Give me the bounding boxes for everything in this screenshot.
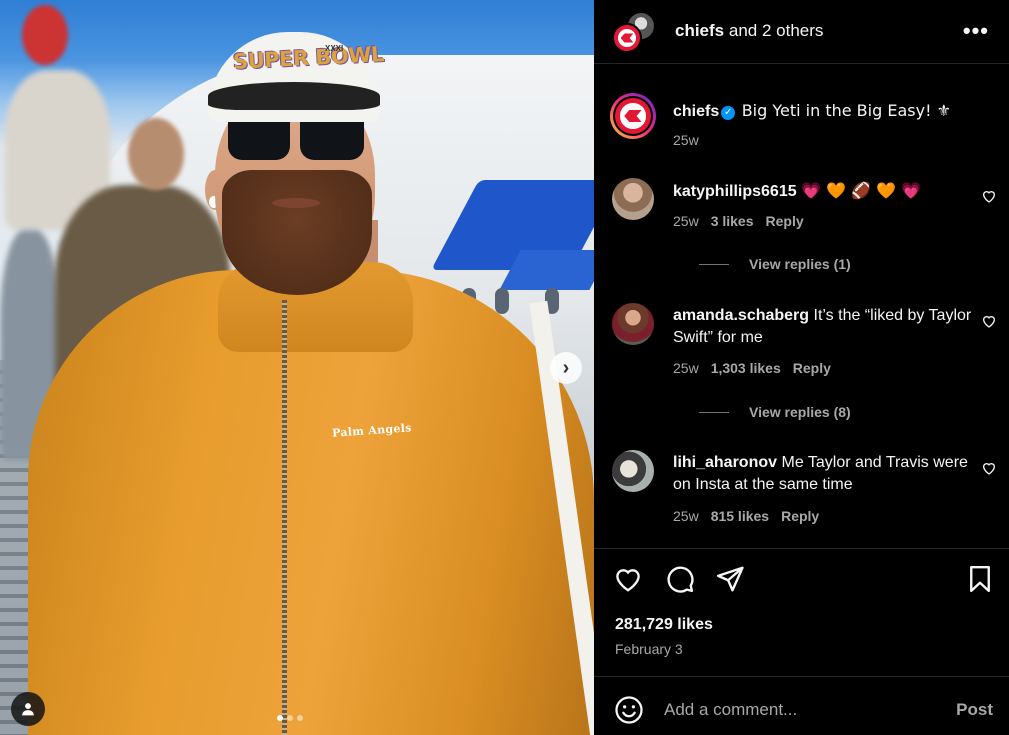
mouth <box>272 198 320 208</box>
post-like-count[interactable]: 281,729 likes <box>615 616 713 634</box>
verified-icon: ✓ <box>721 106 736 120</box>
next-photo-button[interactable]: › <box>550 352 582 384</box>
user-icon <box>22 703 34 716</box>
collab-avatars[interactable] <box>612 11 656 55</box>
collaborators-text[interactable]: and 2 others <box>729 21 824 40</box>
cap-roman-numerals: XXXI <box>325 44 344 53</box>
reply-button[interactable]: Reply <box>766 213 804 229</box>
beard <box>222 170 372 295</box>
comment-age[interactable]: 25w <box>673 508 699 524</box>
caption-text: Big Yeti in the Big Easy! ⚜ <box>741 101 951 120</box>
commenter-avatar[interactable] <box>612 178 654 220</box>
caption-body: chiefs ✓ Big Yeti in the Big Easy! ⚜ <box>673 100 973 123</box>
cap-brim <box>208 82 380 110</box>
carousel-dot <box>297 715 303 721</box>
commenter-avatar[interactable] <box>612 450 654 492</box>
author-username[interactable]: chiefs <box>675 21 724 40</box>
add-comment-input[interactable] <box>664 699 934 721</box>
chevron-right-icon: › <box>562 357 570 379</box>
caption-age[interactable]: 25w <box>673 132 699 148</box>
airplane-window <box>495 288 509 314</box>
comment-age[interactable]: 25w <box>673 360 699 376</box>
carousel-dot-active <box>277 715 283 721</box>
reply-button[interactable]: Reply <box>793 360 831 376</box>
divider <box>594 676 1009 677</box>
bookmark-icon[interactable] <box>965 564 995 594</box>
post-photo[interactable]: Palm Angels SUPER BOWL XXXI › <box>0 0 594 735</box>
carousel-indicator <box>277 715 303 721</box>
comment-likes[interactable]: 3 likes <box>711 213 754 229</box>
view-replies-button[interactable]: View replies (8) <box>699 404 851 420</box>
comment-meta: 25w 1,303 likes Reply <box>673 360 831 376</box>
replies-divider <box>699 263 729 265</box>
avatar-chiefs <box>612 23 642 53</box>
post-date[interactable]: February 3 <box>615 641 683 657</box>
heart-icon[interactable] <box>981 188 997 204</box>
replies-divider <box>699 411 729 413</box>
comment-age[interactable]: 25w <box>673 213 699 229</box>
view-replies-label: View replies (8) <box>749 404 851 420</box>
heart-icon[interactable] <box>981 313 997 329</box>
tagged-users-button[interactable] <box>11 692 45 726</box>
more-options-button[interactable]: ••• <box>963 20 989 42</box>
comment-likes[interactable]: 815 likes <box>711 508 769 524</box>
view-replies-label: View replies (1) <box>749 256 851 272</box>
view-replies-button[interactable]: View replies (1) <box>699 256 851 272</box>
comment-username[interactable]: katyphillips6615 <box>673 183 797 200</box>
reply-button[interactable]: Reply <box>781 508 819 524</box>
comment-username[interactable]: amanda.schaberg <box>673 307 809 324</box>
chiefs-logo-icon <box>620 103 646 129</box>
comment-body: katyphillips6615 💗 🧡 🏈 🧡 💗 <box>673 180 973 203</box>
background-person-head <box>128 118 184 190</box>
heart-icon[interactable] <box>981 460 997 476</box>
comment-likes[interactable]: 1,303 likes <box>711 360 781 376</box>
divider <box>594 548 1009 549</box>
post-detail-panel: chiefs and 2 others ••• chiefs ✓ Big Yeti… <box>594 0 1009 735</box>
chiefs-logo-icon <box>617 28 637 48</box>
heart-icon[interactable] <box>613 564 643 594</box>
comment-username[interactable]: lihi_aharonov <box>673 454 777 471</box>
post-comment-button[interactable]: Post <box>956 700 993 720</box>
post-author[interactable]: chiefs and 2 others <box>675 21 823 41</box>
comment-body: lihi_aharonov Me Taylor and Travis were … <box>673 452 973 496</box>
more-icon: ••• <box>962 18 989 43</box>
background-person-head <box>22 5 68 65</box>
comment-icon[interactable] <box>665 564 695 594</box>
caption-username[interactable]: chiefs <box>673 103 719 120</box>
jacket-zipper <box>282 300 287 735</box>
comment-body: amanda.schaberg It’s the “liked by Taylo… <box>673 305 973 349</box>
comment-meta: 25w 3 likes Reply <box>673 213 804 229</box>
share-icon[interactable] <box>715 564 745 594</box>
carousel-dot <box>287 715 293 721</box>
comment-meta: 25w 815 likes Reply <box>673 508 819 524</box>
commenter-avatar[interactable] <box>612 303 654 345</box>
emoji-icon[interactable] <box>614 695 644 725</box>
caption-avatar[interactable] <box>610 93 656 139</box>
post-header: chiefs and 2 others ••• <box>594 0 1009 64</box>
caption-meta: 25w <box>673 132 699 148</box>
comment-text: 💗 🧡 🏈 🧡 💗 <box>801 181 922 200</box>
